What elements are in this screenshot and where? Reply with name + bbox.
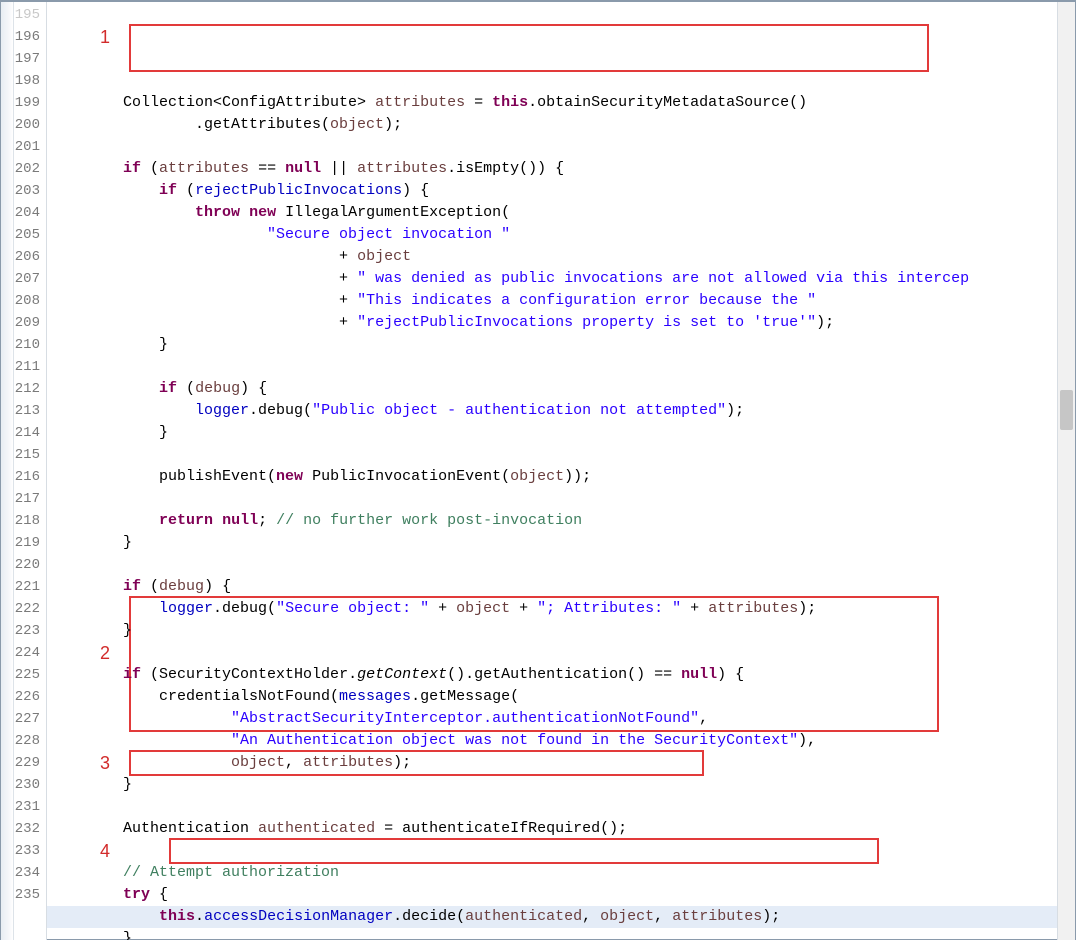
- vertical-scrollbar[interactable]: [1057, 2, 1075, 940]
- line-number: 195: [1, 4, 46, 26]
- line-number: 206: [1, 246, 46, 268]
- code-line[interactable]: if (attributes == null || attributes.isE…: [47, 158, 1057, 180]
- highlight-box: [129, 24, 929, 72]
- line-number: 228: [1, 730, 46, 752]
- code-line[interactable]: [47, 356, 1057, 378]
- code-line[interactable]: [47, 554, 1057, 576]
- editor-window: 101FilterSecurityInterceptor.class101Abs…: [0, 0, 1076, 940]
- code-line[interactable]: Authentication authenticated = authentic…: [47, 818, 1057, 840]
- line-number: 224: [1, 642, 46, 664]
- code-line[interactable]: credentialsNotFound(messages.getMessage(: [47, 686, 1057, 708]
- code-line[interactable]: object, attributes);: [47, 752, 1057, 774]
- line-number: 219: [1, 532, 46, 554]
- line-number: 196: [1, 26, 46, 48]
- code-line[interactable]: logger.debug("Public object - authentica…: [47, 400, 1057, 422]
- line-number: 205: [1, 224, 46, 246]
- line-number: 202: [1, 158, 46, 180]
- code-line[interactable]: logger.debug("Secure object: " + object …: [47, 598, 1057, 620]
- line-number: 213: [1, 400, 46, 422]
- code-line[interactable]: this.accessDecisionManager.decide(authen…: [47, 906, 1057, 928]
- code-line[interactable]: [47, 642, 1057, 664]
- code-line[interactable]: throw new IllegalArgumentException(: [47, 202, 1057, 224]
- code-line[interactable]: if (SecurityContextHolder.getContext().g…: [47, 664, 1057, 686]
- code-line[interactable]: + " was denied as public invocations are…: [47, 268, 1057, 290]
- code-line[interactable]: + object: [47, 246, 1057, 268]
- line-number: 199: [1, 92, 46, 114]
- code-line[interactable]: [47, 444, 1057, 466]
- vertical-scrollbar-thumb[interactable]: [1060, 390, 1073, 430]
- line-number: 198: [1, 70, 46, 92]
- line-number: 218: [1, 510, 46, 532]
- code-line[interactable]: }: [47, 334, 1057, 356]
- line-number: 211: [1, 356, 46, 378]
- line-number: 234: [1, 862, 46, 884]
- code-line[interactable]: .getAttributes(object);: [47, 114, 1057, 136]
- line-number: 203: [1, 180, 46, 202]
- line-number: 233: [1, 840, 46, 862]
- line-number: 200: [1, 114, 46, 136]
- line-number: 197: [1, 48, 46, 70]
- line-number: 229: [1, 752, 46, 774]
- code-line[interactable]: }: [47, 422, 1057, 444]
- code-line[interactable]: [47, 70, 1057, 92]
- code-line[interactable]: + "rejectPublicInvocations property is s…: [47, 312, 1057, 334]
- code-line[interactable]: }: [47, 774, 1057, 796]
- line-number: 221: [1, 576, 46, 598]
- code-line[interactable]: [47, 840, 1057, 862]
- line-number: 226: [1, 686, 46, 708]
- line-number: 231: [1, 796, 46, 818]
- line-number: 207: [1, 268, 46, 290]
- code-line[interactable]: [47, 488, 1057, 510]
- line-number: 222: [1, 598, 46, 620]
- code-line[interactable]: if (debug) {: [47, 576, 1057, 598]
- code-line[interactable]: [47, 136, 1057, 158]
- code-line[interactable]: return null; // no further work post-inv…: [47, 510, 1057, 532]
- line-number: 208: [1, 290, 46, 312]
- code-line[interactable]: if (rejectPublicInvocations) {: [47, 180, 1057, 202]
- line-number: 209: [1, 312, 46, 334]
- line-number: 210: [1, 334, 46, 356]
- line-number: 225: [1, 664, 46, 686]
- code-line[interactable]: }: [47, 620, 1057, 642]
- line-number: 220: [1, 554, 46, 576]
- code-line[interactable]: if (debug) {: [47, 378, 1057, 400]
- line-number: 217: [1, 488, 46, 510]
- line-number: 235: [1, 884, 46, 906]
- annotation-number: 1: [91, 26, 119, 48]
- line-number: 215: [1, 444, 46, 466]
- line-number: 216: [1, 466, 46, 488]
- code-line[interactable]: }: [47, 532, 1057, 554]
- line-number: 214: [1, 422, 46, 444]
- line-number: 232: [1, 818, 46, 840]
- code-line[interactable]: "Secure object invocation ": [47, 224, 1057, 246]
- code-line[interactable]: publishEvent(new PublicInvocationEvent(o…: [47, 466, 1057, 488]
- line-number: 227: [1, 708, 46, 730]
- code-line[interactable]: // Attempt authorization: [47, 862, 1057, 884]
- line-number-gutter: 1951961971981992002012022032042052062072…: [1, 2, 47, 940]
- line-number: 204: [1, 202, 46, 224]
- line-number: 201: [1, 136, 46, 158]
- code-line[interactable]: [47, 796, 1057, 818]
- code-line[interactable]: }: [47, 928, 1057, 940]
- code-line[interactable]: "An Authentication object was not found …: [47, 730, 1057, 752]
- line-number: 230: [1, 774, 46, 796]
- line-number: 223: [1, 620, 46, 642]
- code-line[interactable]: "AbstractSecurityInterceptor.authenticat…: [47, 708, 1057, 730]
- line-number: 212: [1, 378, 46, 400]
- code-line[interactable]: Collection<ConfigAttribute> attributes =…: [47, 92, 1057, 114]
- code-line[interactable]: + "This indicates a configuration error …: [47, 290, 1057, 312]
- code-area[interactable]: 1234 Collection<ConfigAttribute> attribu…: [47, 2, 1057, 940]
- code-line[interactable]: try {: [47, 884, 1057, 906]
